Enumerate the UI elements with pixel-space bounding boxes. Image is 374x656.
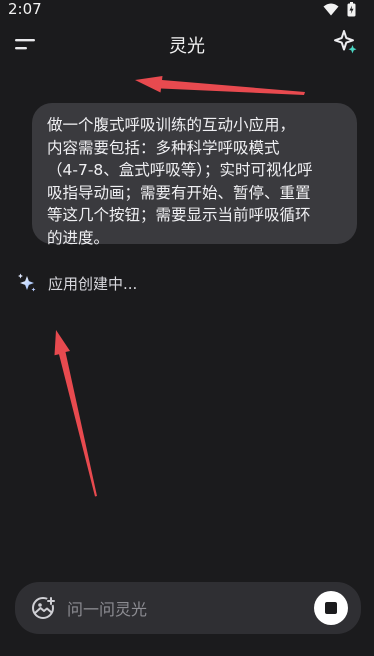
chat-input-placeholder[interactable]: 问一问灵光 (67, 596, 147, 620)
sparkle-icon (334, 30, 357, 54)
app-creating-status: 应用创建中... (16, 272, 137, 294)
annotation-arrows (54, 76, 305, 497)
status-time: 2:07 (8, 0, 42, 18)
creating-status-text: 应用创建中... (48, 274, 138, 293)
wifi-icon (323, 3, 339, 16)
sparkles-icon (18, 273, 36, 292)
status-bar: 2:07 (0, 0, 374, 22)
stop-icon (325, 602, 337, 614)
page-title: 灵光 (169, 36, 205, 57)
annotation-arrow-bottom (54, 330, 97, 497)
new-chat-button[interactable] (332, 28, 360, 56)
app-screen: 2:07 灵光 做一个腹式呼吸训练的互动小应用， 内容需要包括：多种科学呼吸模式… (0, 0, 374, 656)
user-message-bubble: 做一个腹式呼吸训练的互动小应用， 内容需要包括：多种科学呼吸模式 （4-7-8、… (32, 103, 357, 247)
header: 灵光 (0, 26, 374, 62)
battery-icon (347, 2, 356, 17)
annotation-arrow-top (135, 76, 305, 95)
status-icons (323, 2, 356, 17)
image-add-icon (32, 596, 56, 619)
user-message-text: 做一个腹式呼吸训练的互动小应用， 内容需要包括：多种科学呼吸模式 （4-7-8、… (47, 116, 313, 247)
chat-input-bar[interactable]: 问一问灵光 (15, 582, 361, 634)
image-upload-button[interactable] (31, 595, 57, 621)
stop-button[interactable] (314, 591, 348, 625)
